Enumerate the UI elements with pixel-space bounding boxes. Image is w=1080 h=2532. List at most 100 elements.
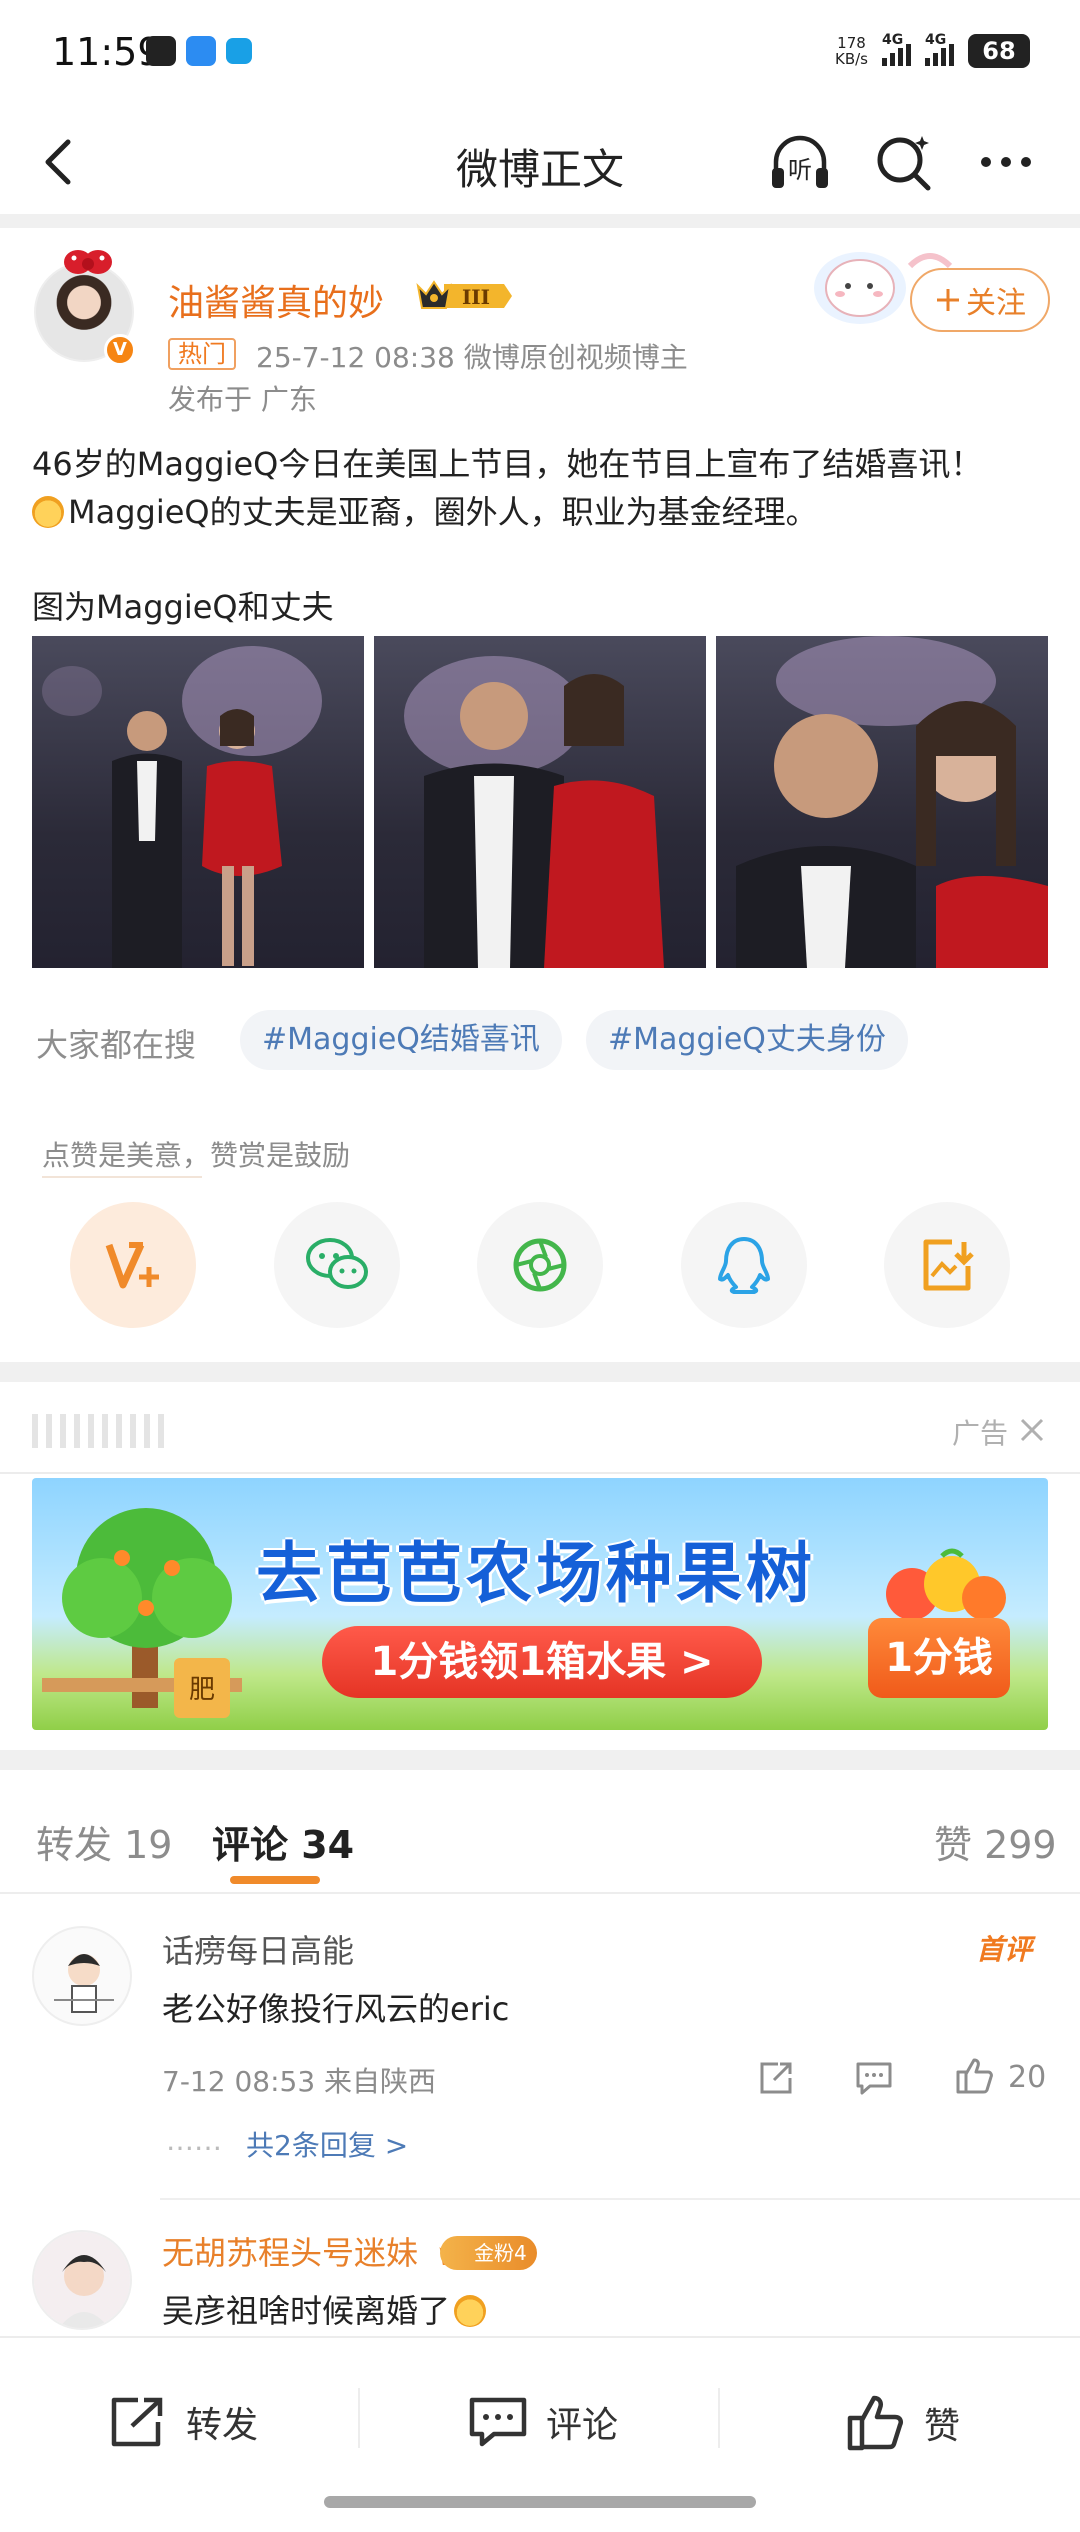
repost-icon[interactable] [756,2058,796,2098]
bottom-bar-separator [358,2388,360,2448]
person-avatar-icon [34,2232,130,2328]
comment-like-count: 20 [1008,2060,1047,2095]
first-comment-badge: 首评 [976,1933,1033,1966]
minnie-bow-icon [64,250,112,274]
section-divider [0,1750,1080,1770]
tab-likes[interactable]: 赞 299 [934,1814,1057,1869]
post-photo[interactable] [716,636,1048,968]
comment-text-content: 吴彦祖啥时候离婚了 [162,2292,451,2330]
save-image-button[interactable] [884,1202,1010,1328]
share-moments-button[interactable] [477,1202,603,1328]
ad-label: 广告 [952,1417,1009,1450]
repost-icon [111,2397,163,2447]
post-meta: 25-7-12 08:38 微博原创视频博主 [256,341,688,374]
fruit-basket-icon [886,1548,1006,1620]
wechat-icon [305,1238,368,1289]
status-bar: 11:59 178 KB/s 4G 4G 68 [0,0,1080,110]
post-photo[interactable] [374,636,706,968]
comment-icon [469,2397,527,2447]
appreciation-text: 点赞是美意，赞赏是鼓励 [42,1139,351,1172]
appreciation-underline [42,1176,202,1178]
status-right: 178 KB/s 4G 4G 68 [835,32,1030,68]
ad-separator [0,1472,1080,1474]
photo-people [112,709,282,968]
signal-icon: 4G [925,32,954,66]
vip-crown-icon: III [416,280,512,309]
comment-label: 评论 [546,2405,619,2446]
thinking-emoji-icon [454,2295,487,2327]
net-speed: 178 KB/s [835,35,868,67]
trending-tag[interactable]: #MaggieQ丈夫身份 [586,1010,908,1070]
comment-button[interactable]: 评论 [468,2394,618,2450]
home-indicator[interactable] [324,2496,756,2508]
fruit-tree-icon: 肥 [42,1508,242,1718]
comment-text: 老公好像投行风云的eric [162,1990,510,2028]
trending-search-label: 大家都在搜 [36,1026,197,1064]
post-text-line: 46岁的MaggieQ今日在美国上节目，她在节目上宣布了结婚喜讯！ [32,445,983,483]
comment-separator [160,2198,1080,2200]
post-caption: 图为MaggieQ和丈夫 [32,588,334,626]
follow-label: 关注 [966,286,1026,321]
post-photo[interactable] [32,636,364,968]
fertilizer-pot-label: 肥 [189,1675,215,1705]
signal-label: 4G [925,32,947,48]
header-divider [0,214,1080,228]
verified-badge-icon: V [104,334,136,366]
ad-price-badge: 1分钱 [868,1618,1010,1698]
cartoon-avatar-icon [54,1954,114,2013]
author-name[interactable]: 油酱酱真的妙 [168,274,384,326]
post-text-line-with-emoji: MaggieQ的丈夫是亚裔，圈外人，职业为基金经理。 [32,488,1052,536]
tab-comments[interactable]: 评论 34 [212,1814,354,1869]
tab-reposts[interactable]: 转发 19 [36,1814,172,1869]
view-replies-link[interactable]: 共2条回复 > [246,2124,408,2164]
ad-banner[interactable]: 肥 去芭芭农场种果树 1分钱领1箱水果 > 1分钱 [32,1478,1048,1730]
signal-icon: 4G [882,32,911,66]
share-qq-button[interactable] [680,1202,807,1328]
vip-level: III [462,285,490,309]
ad-subtitle: 1分钱领1箱水果 > [322,1626,762,1698]
photo-people [736,701,1048,968]
active-tab-indicator [230,1876,320,1884]
plus-icon [937,289,959,311]
hot-tag: 热门 [168,338,236,370]
more-options-icon[interactable] [972,128,1040,196]
follow-button[interactable]: 关注 [910,268,1050,332]
photo-people [424,674,664,968]
commenter-name[interactable]: 无胡苏程头号迷妹 [162,2228,418,2274]
top-nav-bar: 微博正文 听 [0,110,1080,214]
reward-icon [105,1242,159,1289]
qq-icon [717,1237,770,1294]
app-notification-icon [146,36,176,66]
ad-title: 去芭芭农场种果树 [256,1535,816,1612]
post-text-line: MaggieQ的丈夫是亚裔，圈外人，职业为基金经理。 [68,493,818,531]
tab-separator [0,1892,1080,1894]
net-speed-unit: KB/s [835,50,868,68]
section-divider [0,1362,1080,1382]
repost-button[interactable]: 转发 [108,2394,258,2450]
shocked-emoji-icon [32,496,64,528]
like-thumb-icon [847,2395,904,2451]
trending-tag[interactable]: #MaggieQ结婚喜讯 [240,1010,562,1070]
commenter-avatar[interactable] [32,1926,132,2026]
search-icon[interactable] [870,128,938,196]
commenter-name[interactable]: 话痨每日高能 [162,1926,354,1972]
net-speed-value: 178 [837,34,866,52]
ad-close-icon[interactable] [1018,1416,1046,1444]
like-thumb-icon[interactable] [954,2056,994,2096]
reply-dots: …… [166,2124,222,2157]
commenter-avatar[interactable] [32,2230,132,2330]
like-label: 赞 [924,2406,961,2447]
listen-headphone-icon[interactable]: 听 [766,128,834,196]
post-location: 发布于 广东 [168,383,317,416]
repost-label: 转发 [186,2405,259,2446]
share-wechat-button[interactable] [273,1202,400,1328]
like-button[interactable]: 赞 [846,2394,960,2452]
share-row [70,1202,1010,1328]
comment-meta: 7-12 08:53 来自陕西 [162,2065,437,2098]
reward-button[interactable] [70,1202,196,1328]
listen-label: 听 [788,156,812,184]
battery-icon: 68 [968,34,1030,68]
signal-label: 4G [882,32,904,48]
comment-icon[interactable] [854,2058,894,2098]
app-notification-icon [186,36,216,66]
